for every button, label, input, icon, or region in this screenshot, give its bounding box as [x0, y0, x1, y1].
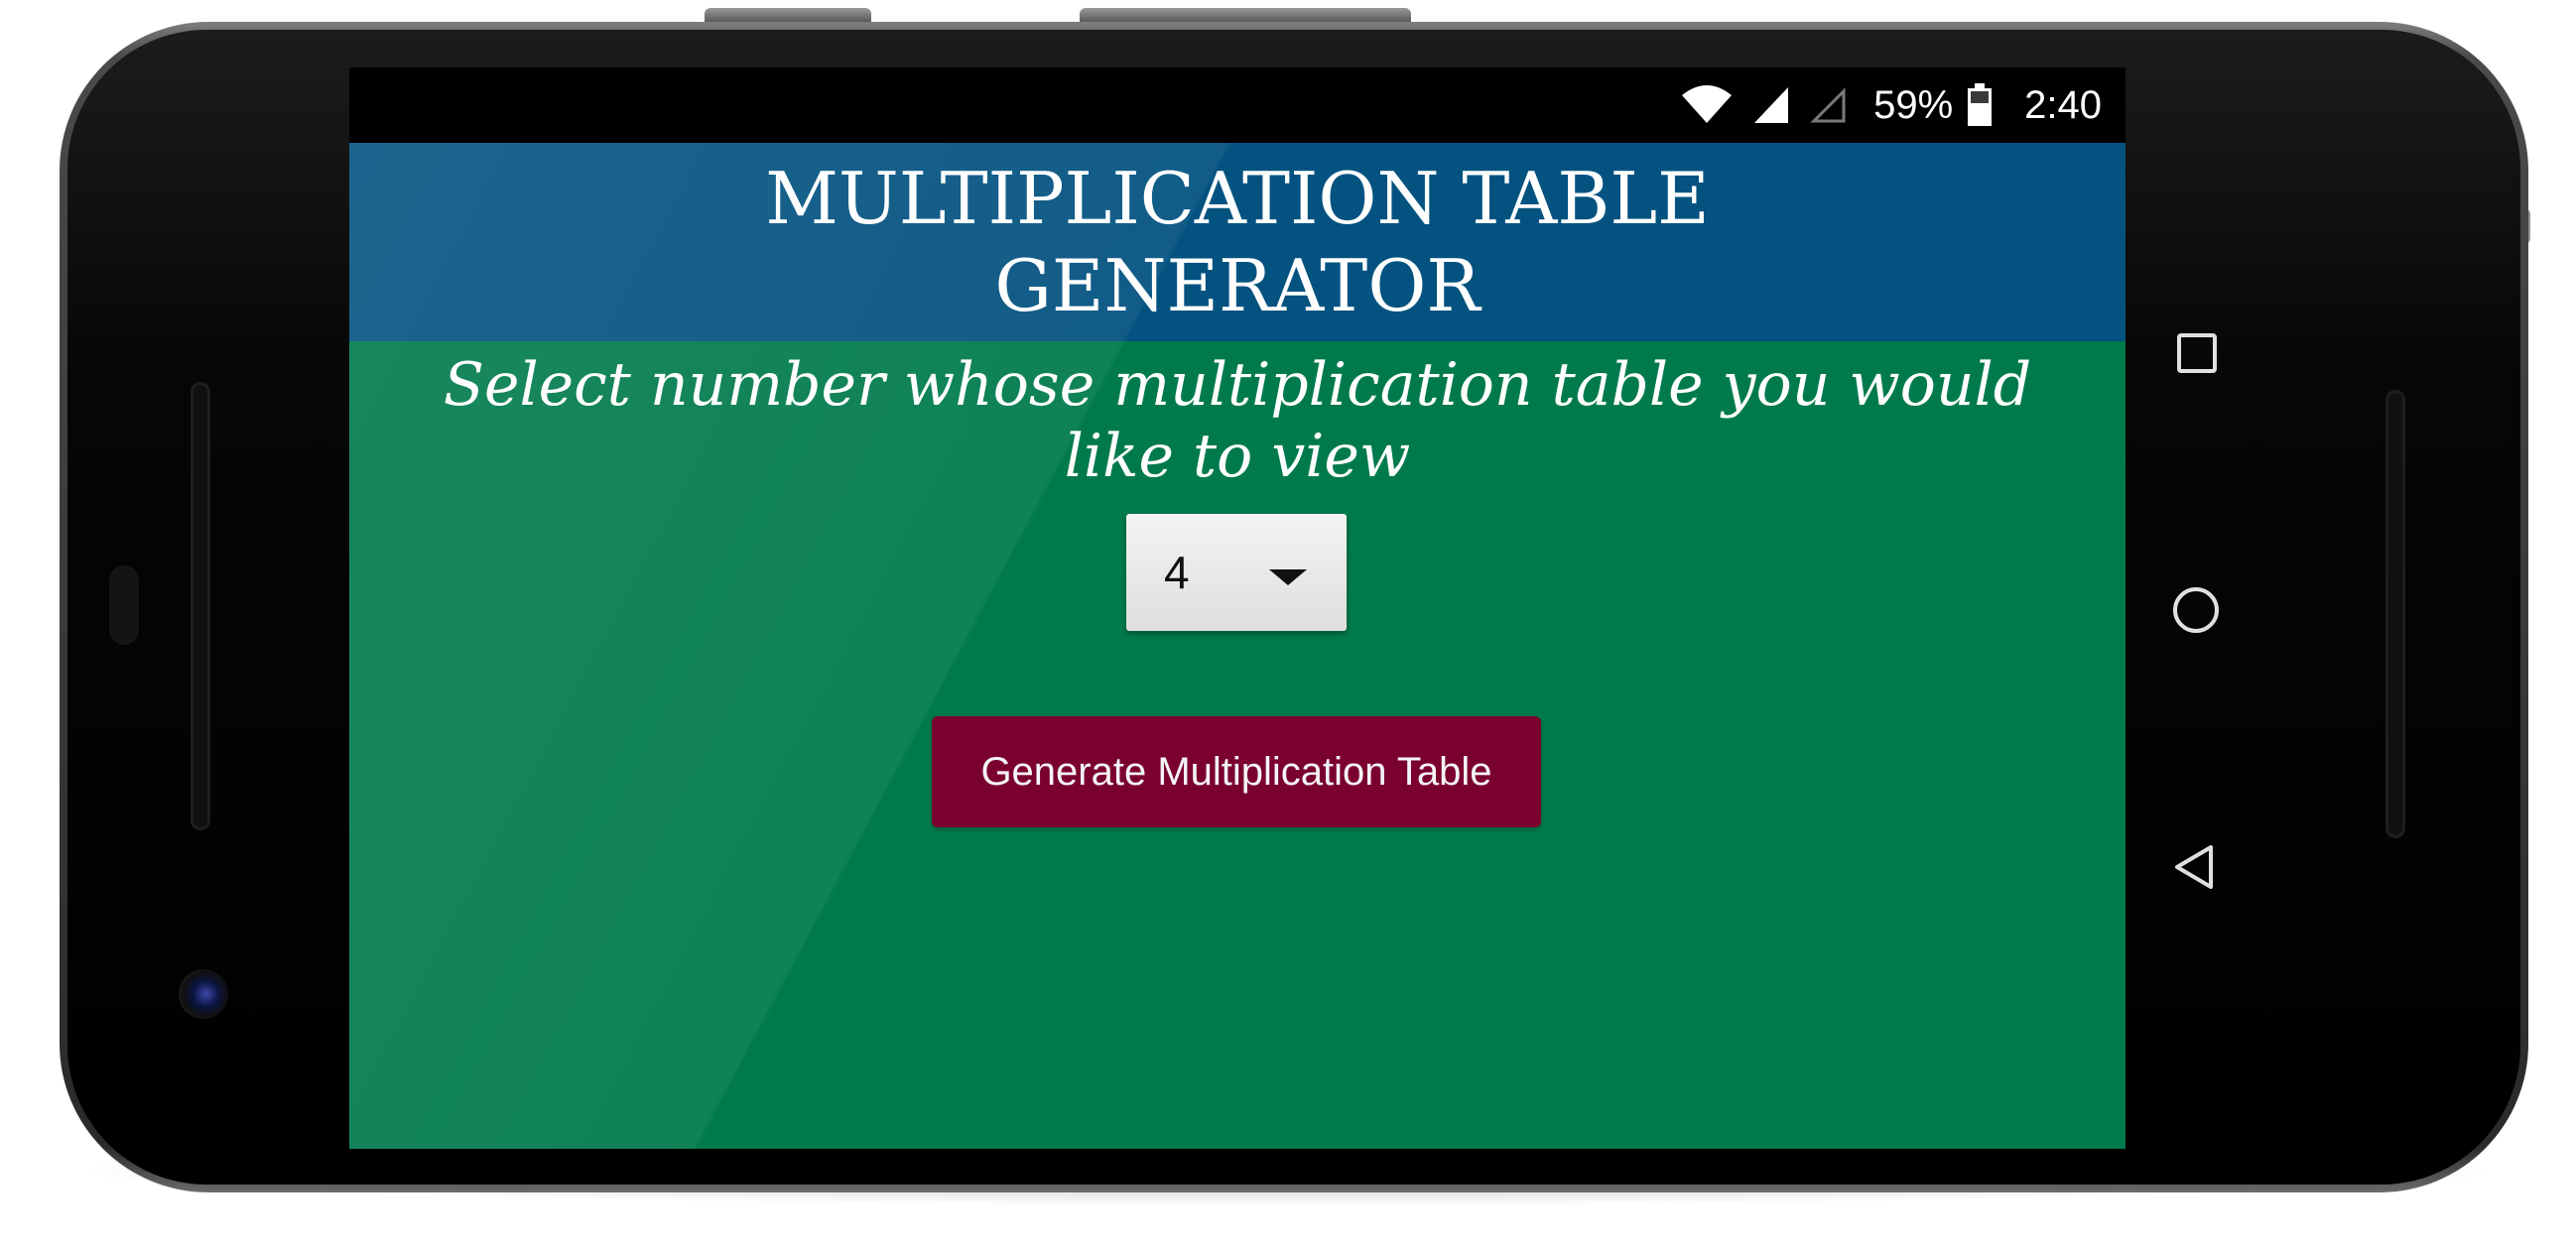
status-bar: 59% 2:40	[349, 67, 2125, 143]
phone-top-button-left	[705, 8, 871, 22]
recent-apps-icon[interactable]	[2175, 331, 2219, 375]
front-camera-icon	[179, 969, 228, 1019]
generate-table-button[interactable]: Generate Multiplication Table	[932, 716, 1541, 827]
cell-signal-icon	[1752, 85, 1790, 125]
app-content: MULTIPLICATION TABLE GENERATOR Select nu…	[349, 143, 2125, 1149]
right-speaker-grille	[2385, 390, 2405, 838]
number-prompt: Select number whose multiplication table…	[443, 350, 2032, 491]
number-spinner[interactable]: 4	[1126, 514, 1347, 631]
phone-top-button-right	[1080, 8, 1411, 22]
status-time: 2:40	[2024, 82, 2102, 127]
app-body: Select number whose multiplication table…	[349, 341, 2125, 1149]
status-bar-items: 59% 2:40	[1681, 67, 2102, 143]
cell-signal-empty-icon	[1810, 85, 1848, 125]
phone-screen: 59% 2:40 MULTIPLICATION TABLE GENERATOR …	[349, 67, 2125, 1149]
dropdown-triangle-icon	[1269, 569, 1307, 585]
app-title: MULTIPLICATION TABLE GENERATOR	[765, 157, 1710, 327]
battery-percent: 59%	[1873, 82, 1954, 127]
app-header: MULTIPLICATION TABLE GENERATOR	[349, 143, 2125, 341]
proximity-sensor	[109, 565, 139, 645]
left-speaker-grille	[191, 382, 210, 830]
home-icon[interactable]	[2171, 585, 2221, 635]
back-icon[interactable]	[2171, 843, 2217, 891]
wifi-icon	[1681, 85, 1733, 125]
spinner-selected-value: 4	[1164, 547, 1190, 598]
battery-icon	[1967, 83, 1993, 127]
generate-table-button-label: Generate Multiplication Table	[980, 749, 1492, 794]
